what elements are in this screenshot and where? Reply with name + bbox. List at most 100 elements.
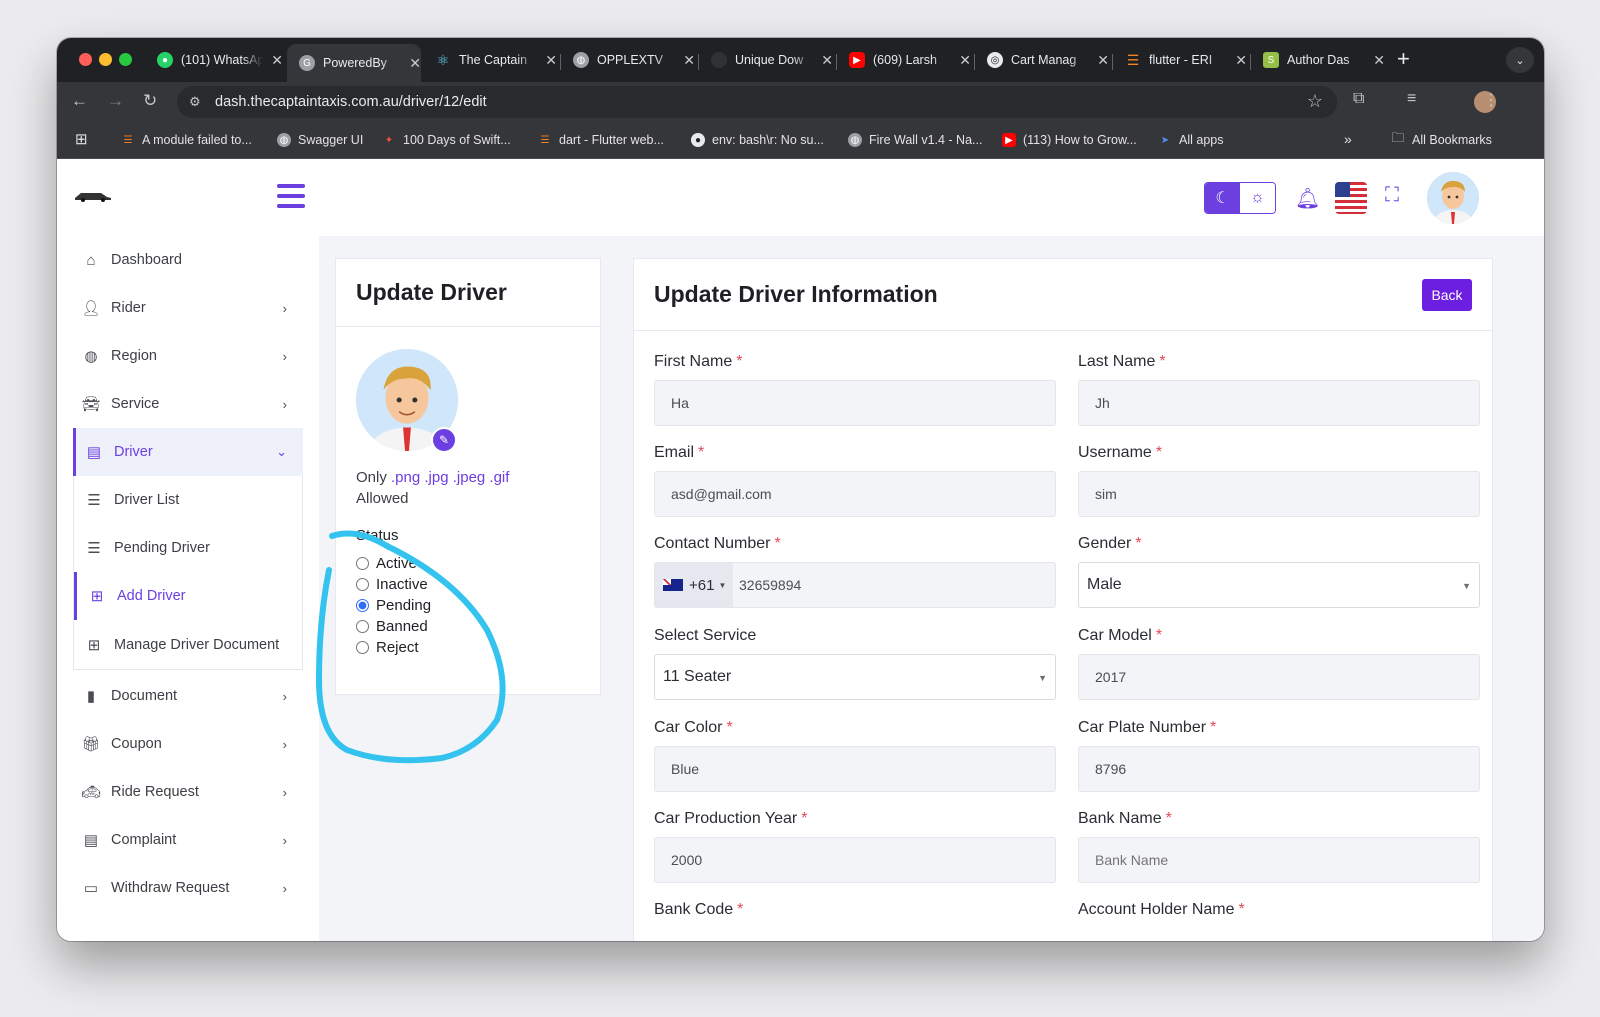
sidebar-item-dashboard[interactable]: ⌂ Dashboard [73,236,303,284]
bookmark-item[interactable]: ● env: bash\r: No su... [691,133,824,147]
browser-tab[interactable]: ◍ OPPLEXTV ✕ [561,44,695,76]
sidebar-item-complaint[interactable]: ▤ Complaint › [73,816,303,864]
sidebar-item-add-driver[interactable]: ⊞ Add Driver [74,572,303,620]
swift-icon: ✦ [384,134,394,146]
sidebar-item-coupon[interactable]: 🎁︎ Coupon › [73,720,303,768]
sidebar-item-region[interactable]: ◍ Region › [73,332,303,380]
sidebar-item-document[interactable]: ▮ Document › [73,672,303,720]
bookmark-item[interactable]: ◍ Swagger UI [277,133,363,147]
bank-name-field[interactable] [1078,837,1480,883]
car-color-field[interactable] [654,746,1056,792]
bookmark-item[interactable]: ➤ All apps [1158,133,1224,147]
contact-number-field: +61 ▼ [654,562,1056,608]
status-radio-inactive[interactable]: Inactive [356,576,428,593]
bookmark-item[interactable]: ✦ 100 Days of Swift... [382,133,511,147]
all-bookmarks-button[interactable]: 🗀 All Bookmarks [1391,130,1491,147]
close-tab-icon[interactable]: ✕ [409,55,421,72]
browser-tab[interactable]: ⚛ The Captain ✕ [423,44,557,76]
moon-icon[interactable]: ☾ [1205,183,1240,213]
bookmark-star-icon[interactable]: ☆ [1307,91,1323,112]
status-radio-reject[interactable]: Reject [356,639,419,656]
close-window-button[interactable] [79,53,92,66]
car-model-field[interactable] [1078,654,1480,700]
username-field[interactable] [1078,471,1480,517]
sidebar-item-ride-request[interactable]: 🚕︎ Ride Request › [73,768,303,816]
tab-search-icon[interactable]: ⌄ [1506,47,1534,73]
gender-select[interactable]: Male ▼ [1078,562,1480,608]
media-control-icon[interactable]: ≡ [1407,90,1416,108]
bookmark-item[interactable]: ☰ dart - Flutter web... [538,133,664,147]
back-arrow-icon[interactable]: ← [71,91,88,111]
radio-input[interactable] [356,578,369,591]
radio-input[interactable] [356,641,369,654]
email-field[interactable] [654,471,1056,517]
minimize-window-button[interactable] [99,53,112,66]
sidebar-item-driver-list[interactable]: ☰ Driver List [74,476,303,524]
new-tab-button[interactable]: + [1397,46,1410,72]
status-radio-banned[interactable]: Banned [356,618,428,635]
browser-tab-active[interactable]: G PoweredBy ✕ [287,44,421,82]
file-alt-icon: ▤ [83,832,99,849]
close-tab-icon[interactable]: ✕ [959,52,971,69]
radio-input[interactable] [356,620,369,633]
car-production-year-field[interactable] [654,837,1056,883]
browser-tab[interactable]: ● (101) WhatsApp ✕ [145,44,283,76]
sidebar-item-pending-driver[interactable]: ☰ Pending Driver [74,524,303,572]
browser-menu-icon[interactable]: ⋮ [1483,90,1499,110]
bookmark-item[interactable]: ☰ A module failed to... [121,133,252,147]
browser-tab[interactable]: S Author Das ✕ [1251,44,1385,76]
sidebar-item-rider[interactable]: 👤︎ Rider › [73,284,303,332]
first-name-field[interactable] [654,380,1056,426]
youtube-icon: ▶ [1002,133,1016,147]
pencil-icon[interactable]: ✎ [431,427,457,453]
browser-window: ● (101) WhatsApp ✕ G PoweredBy ✕ ⚛ The C… [57,38,1544,941]
status-radio-pending[interactable]: Pending [356,597,431,614]
sidebar-item-driver[interactable]: ▤ Driver ⌄ [73,428,303,476]
fullscreen-icon[interactable]: ⛶ [1385,184,1399,207]
bookmark-item[interactable]: ◍ Fire Wall v1.4 - Na... [848,133,982,147]
youtube-icon: ▶ [849,52,865,68]
address-bar[interactable]: ⚙ dash.thecaptaintaxis.com.au/driver/12/… [177,86,1337,118]
url-text[interactable]: dash.thecaptaintaxis.com.au/driver/12/ed… [215,94,487,110]
sidebar-item-withdraw-request[interactable]: ▭ Withdraw Request › [73,864,303,912]
maximize-window-button[interactable] [119,53,132,66]
sidebar-item-manage-driver-document[interactable]: ⊞ Manage Driver Document [74,621,303,669]
more-bookmarks-button[interactable]: » [1344,131,1352,147]
us-flag-icon[interactable] [1335,182,1367,214]
back-button[interactable]: Back [1422,279,1472,311]
bell-icon[interactable]: 🔔︎ [1295,186,1320,211]
forward-arrow-icon[interactable]: → [107,91,124,111]
close-tab-icon[interactable]: ✕ [1235,52,1247,69]
last-name-field[interactable] [1078,380,1480,426]
browser-tab[interactable]: Unique Dow ✕ [699,44,833,76]
close-tab-icon[interactable]: ✕ [271,52,283,69]
sun-icon[interactable]: ☼ [1240,183,1275,213]
menu-toggle-icon[interactable] [277,184,305,208]
site-settings-icon[interactable]: ⚙ [189,94,201,110]
close-tab-icon[interactable]: ✕ [1097,52,1109,69]
browser-tab[interactable]: ☰ flutter - ERI ✕ [1113,44,1247,76]
browser-tab[interactable]: ◎ Cart Manag ✕ [975,44,1109,76]
user-avatar[interactable] [1427,172,1479,224]
radio-input[interactable] [356,557,369,570]
theme-toggle[interactable]: ☾ ☼ [1204,182,1276,214]
bookmark-item[interactable]: ▶ (113) How to Grow... [1002,133,1137,147]
phone-number-input[interactable] [733,563,1055,607]
status-radio-active[interactable]: Active [356,555,417,572]
extensions-icon[interactable]: ⧉ [1353,90,1364,108]
service-select[interactable]: 11 Seater ▼ [654,654,1056,700]
close-tab-icon[interactable]: ✕ [1373,52,1385,69]
sidebar-item-service[interactable]: 🚘︎ Service › [73,380,303,428]
apps-grid-icon[interactable]: ⊞ [75,130,88,148]
radio-input[interactable] [356,599,369,612]
chevron-right-icon: › [282,348,287,364]
close-tab-icon[interactable]: ✕ [683,52,695,69]
car-plate-field[interactable] [1078,746,1480,792]
reload-icon[interactable]: ↻ [143,91,157,111]
close-tab-icon[interactable]: ✕ [545,52,557,69]
country-code-select[interactable]: +61 ▼ [655,563,733,607]
allowed-formats-text: Only .png .jpg .jpeg .gif Allowed [356,469,510,507]
car-model-label: Car Model * [1078,627,1163,644]
close-tab-icon[interactable]: ✕ [821,52,833,69]
browser-tab[interactable]: ▶ (609) Larsh ✕ [837,44,971,76]
